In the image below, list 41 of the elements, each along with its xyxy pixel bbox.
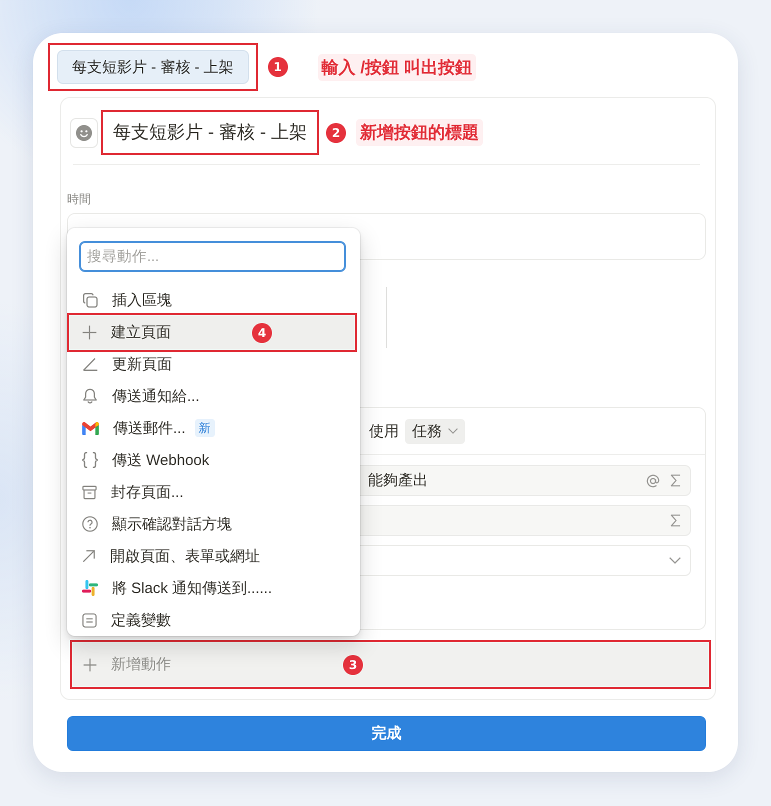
title-field[interactable]: 每支短影片 - 審核 - 上架 [103,112,317,153]
menu-item[interactable]: 傳送郵件... 新 [67,412,360,444]
edit-icon [82,356,98,372]
copy-icon [82,292,98,308]
archive-icon [82,484,97,500]
question-circle-icon [82,516,98,532]
menu-item[interactable]: 更新頁面 [67,348,360,380]
arrow-up-right-icon [82,549,96,563]
menu-item[interactable]: 顯示確認對話方塊 [67,508,360,540]
menu-item[interactable]: 開啟頁面、表單或網址 [67,540,360,572]
smiley-icon [76,124,92,140]
menu-item[interactable]: 插入區塊 [67,284,360,316]
menu-item[interactable]: 定義變數 [67,604,360,636]
done-button[interactable]: 完成 [67,716,706,751]
database-dropdown[interactable]: 任務 [405,418,465,444]
field-label: 時間 [67,191,91,208]
annotation-note: 輸入 /按鈕 叫出按鈕 [318,54,476,80]
search-field[interactable]: 搜尋動作... [79,241,346,272]
annotation-note: 新增按鈕的標題 [356,119,483,146]
menu-item[interactable]: 傳送通知給... [67,380,360,412]
new-tag: 新 [194,419,215,437]
mail-icon [82,422,99,434]
menu-item[interactable]: 將 Slack 通知傳送到...... [67,572,360,604]
step-marker: 1 [268,57,288,77]
menu-item[interactable]: 封存頁面... [67,476,360,508]
step-marker: 2 [326,122,346,142]
braces-icon [82,452,98,468]
plus-icon [83,658,97,672]
chevron-down-icon [669,557,681,564]
prefix-label: 使用 [369,422,399,440]
bell-icon [82,388,98,404]
trigger-button[interactable]: 每支短影片 - 審核 - 上架 [57,50,249,84]
formula-field[interactable] [360,505,691,536]
plus-icon [82,325,97,340]
chevron-down-icon [448,428,458,434]
emoji-button[interactable] [70,118,98,148]
formula-field[interactable]: 能夠產出 [360,465,691,496]
select-field[interactable] [360,545,691,576]
colored-hash-icon [82,580,98,596]
menu-item[interactable]: 傳送 Webhook [67,444,360,476]
list-box-icon [82,612,97,628]
